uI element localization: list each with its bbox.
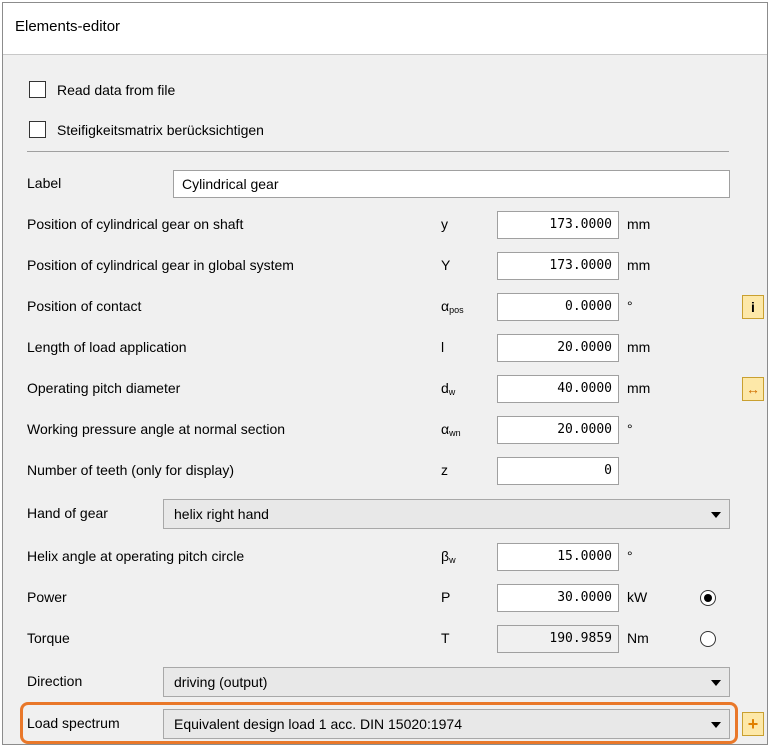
row-symbol: l bbox=[441, 339, 445, 355]
read-data-from-file-label: Read data from file bbox=[57, 82, 176, 98]
torque-radio[interactable] bbox=[700, 631, 716, 647]
position-of-contact-row: Position of contact αpos 0.0000 ° i bbox=[3, 289, 767, 325]
position-global-row: Position of cylindrical gear in global s… bbox=[3, 248, 767, 284]
dropdown-value: driving (output) bbox=[174, 674, 268, 690]
read-data-from-file-checkbox[interactable] bbox=[29, 81, 46, 98]
row-symbol: αwn bbox=[441, 421, 461, 438]
position-on-shaft-row: Position of cylindrical gear on shaft y … bbox=[3, 207, 767, 243]
row-symbol: βw bbox=[441, 548, 456, 565]
length-of-load-row: Length of load application l 20.0000 mm bbox=[3, 330, 767, 366]
row-unit: mm bbox=[627, 380, 651, 396]
row-unit: ° bbox=[627, 421, 633, 437]
stiffness-matrix-checkbox[interactable] bbox=[29, 121, 46, 138]
torque-label: Torque bbox=[27, 630, 70, 646]
load-spectrum-highlight bbox=[20, 702, 738, 744]
row-label: Working pressure angle at normal section bbox=[27, 421, 286, 437]
hand-of-gear-dropdown[interactable]: helix right hand bbox=[163, 499, 730, 529]
helix-angle-row: Helix angle at operating pitch circle βw… bbox=[3, 539, 767, 575]
hand-of-gear-row: Hand of gear helix right hand bbox=[3, 496, 767, 532]
power-label: Power bbox=[27, 589, 67, 605]
add-load-spectrum-button[interactable]: + bbox=[742, 712, 764, 736]
hand-of-gear-label: Hand of gear bbox=[27, 505, 108, 521]
stiffness-matrix-label: Steifigkeitsmatrix berücksichtigen bbox=[57, 122, 264, 138]
working-pressure-angle-input[interactable]: 20.0000 bbox=[497, 416, 619, 444]
helix-angle-label: Helix angle at operating pitch circle bbox=[27, 548, 245, 564]
label-row: Label Cylindrical gear bbox=[3, 166, 767, 202]
row-unit: kW bbox=[627, 589, 648, 605]
row-unit: ° bbox=[627, 298, 633, 314]
row-unit: mm bbox=[627, 216, 651, 232]
label-caption: Label bbox=[27, 175, 62, 191]
row-symbol: T bbox=[441, 630, 450, 646]
row-label: Number of teeth (only for display) bbox=[27, 462, 234, 478]
section-divider bbox=[27, 151, 729, 152]
row-unit: Nm bbox=[627, 630, 649, 646]
length-of-load-input[interactable]: 20.0000 bbox=[497, 334, 619, 362]
row-label: Length of load application bbox=[27, 339, 187, 355]
helix-angle-input[interactable]: 15.0000 bbox=[497, 543, 619, 571]
power-input[interactable]: 30.0000 bbox=[497, 584, 619, 612]
direction-label: Direction bbox=[27, 673, 83, 689]
power-row: Power P 30.0000 kW bbox=[3, 580, 767, 616]
swap-arrows-button[interactable]: ↔ bbox=[742, 377, 764, 401]
row-unit: mm bbox=[627, 257, 651, 273]
chevron-down-icon bbox=[711, 512, 721, 518]
position-of-contact-input[interactable]: 0.0000 bbox=[497, 293, 619, 321]
row-label: Operating pitch diameter bbox=[27, 380, 181, 396]
chevron-down-icon bbox=[711, 680, 721, 686]
number-of-teeth-row: Number of teeth (only for display) z 0 bbox=[3, 453, 767, 489]
window-title: Elements-editor bbox=[15, 18, 121, 35]
torque-input[interactable]: 190.9859 bbox=[497, 625, 619, 653]
row-symbol: y bbox=[441, 216, 448, 232]
operating-pitch-diameter-input[interactable]: 40.0000 bbox=[497, 375, 619, 403]
info-button[interactable]: i bbox=[742, 295, 764, 319]
label-input[interactable]: Cylindrical gear bbox=[173, 170, 730, 198]
row-unit: mm bbox=[627, 339, 651, 355]
operating-pitch-diameter-row: Operating pitch diameter dw 40.0000 mm ↔ bbox=[3, 371, 767, 407]
dropdown-value: helix right hand bbox=[174, 506, 269, 522]
elements-editor-window: Elements-editor Read data from file Stei… bbox=[2, 2, 768, 745]
row-label: Position of contact bbox=[27, 298, 142, 314]
position-global-input[interactable]: 173.0000 bbox=[497, 252, 619, 280]
title-bar: Elements-editor bbox=[3, 3, 767, 55]
row-symbol: P bbox=[441, 589, 451, 605]
position-on-shaft-input[interactable]: 173.0000 bbox=[497, 211, 619, 239]
row-unit: ° bbox=[627, 548, 633, 564]
row-label: Position of cylindrical gear in global s… bbox=[27, 257, 294, 273]
torque-row: Torque T 190.9859 Nm bbox=[3, 621, 767, 657]
direction-dropdown[interactable]: driving (output) bbox=[163, 667, 730, 697]
row-symbol: αpos bbox=[441, 298, 464, 315]
direction-row: Direction driving (output) bbox=[3, 664, 767, 700]
row-symbol: Y bbox=[441, 257, 451, 273]
row-symbol: dw bbox=[441, 380, 456, 397]
number-of-teeth-input[interactable]: 0 bbox=[497, 457, 619, 485]
working-pressure-angle-row: Working pressure angle at normal section… bbox=[3, 412, 767, 448]
power-radio[interactable] bbox=[700, 590, 716, 606]
row-symbol: z bbox=[441, 462, 448, 478]
row-label: Position of cylindrical gear on shaft bbox=[27, 216, 244, 232]
